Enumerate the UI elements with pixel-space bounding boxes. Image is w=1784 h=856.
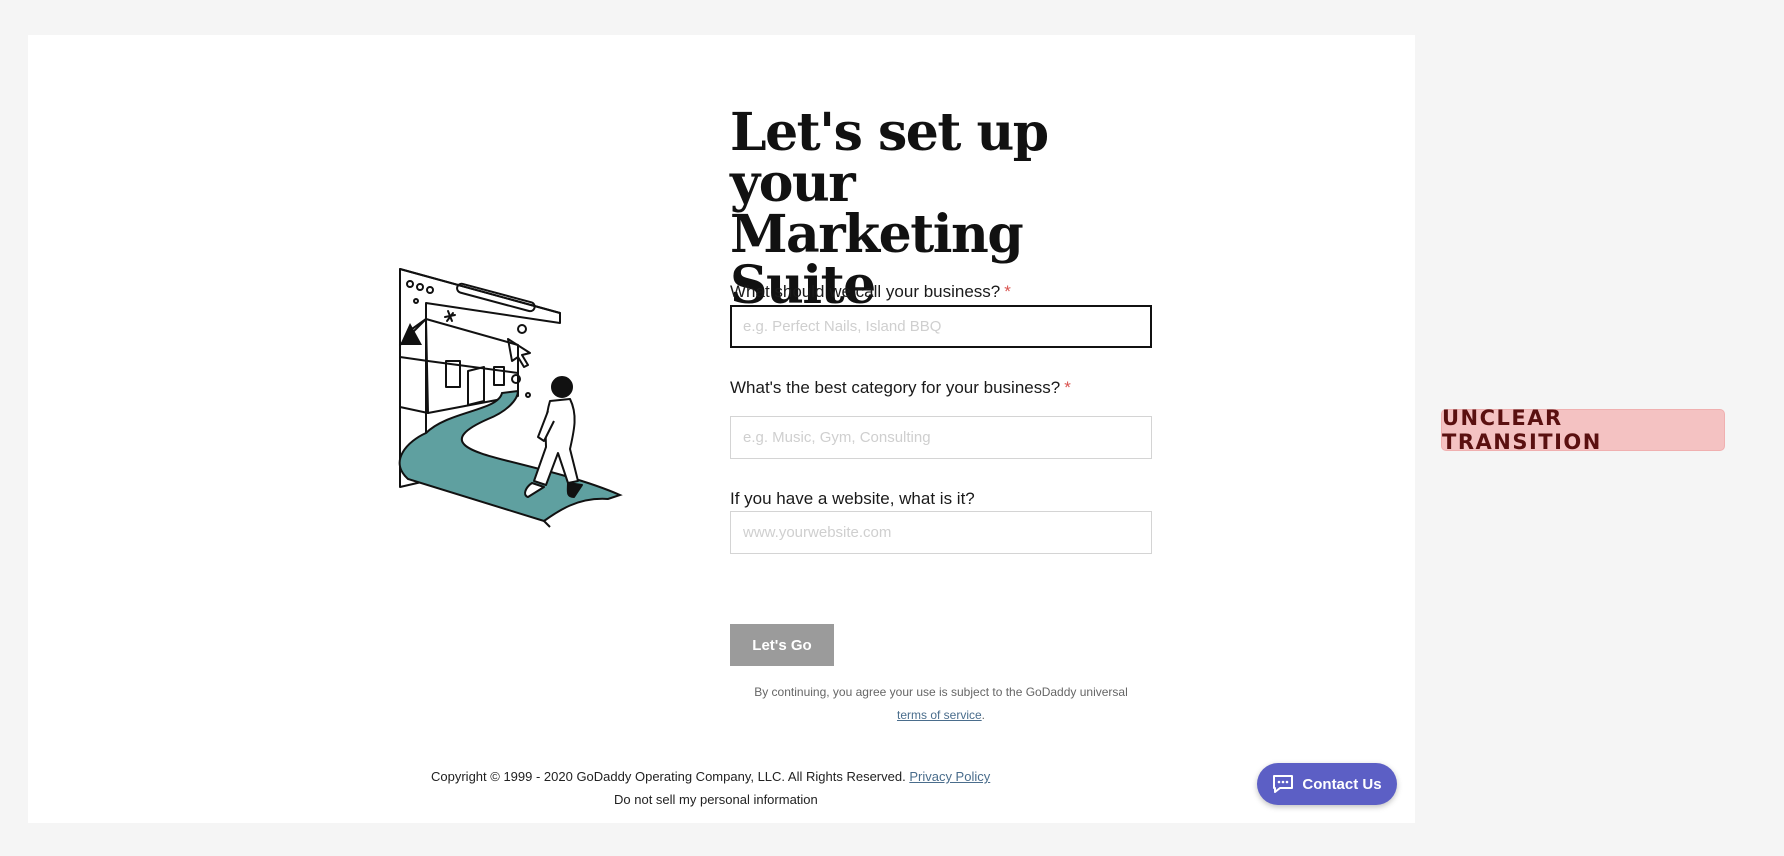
required-star: * [1004,282,1011,301]
contact-us-button[interactable]: Contact Us [1257,763,1397,805]
business-name-input[interactable] [730,305,1152,348]
legal-notice: By continuing, you agree your use is sub… [730,681,1152,727]
terms-of-service-link[interactable]: terms of service [897,708,982,722]
unclear-transition-badge: UNCLEAR TRANSITION [1441,406,1725,454]
business-name-label-text: What should we call your business? [730,282,1001,301]
required-star: * [1064,378,1071,397]
website-input[interactable] [730,511,1152,554]
page-title: Let's set up your Marketing Suite [730,102,1049,316]
main-panel: Let's set up your Marketing Suite What s… [28,35,1415,823]
website-label: If you have a website, what is it? [730,489,975,508]
category-label: What's the best category for your busine… [730,378,1071,398]
legal-period: . [981,708,986,722]
privacy-policy-link[interactable]: Privacy Policy [909,769,990,784]
legal-text: By continuing, you agree your use is sub… [754,685,1128,699]
contact-us-label: Contact Us [1302,775,1382,793]
setup-form: Let's set up your Marketing Suite What s… [730,107,1152,722]
copyright-text: Copyright © 1999 - 2020 GoDaddy Operatin… [431,769,906,784]
do-not-sell-link[interactable]: Do not sell my personal information [614,792,818,807]
category-input[interactable] [730,416,1152,459]
category-label-text: What's the best category for your busine… [730,378,1061,397]
lets-go-button[interactable]: Let's Go [730,624,834,666]
copyright-line: Copyright © 1999 - 2020 GoDaddy Operatin… [431,769,990,784]
chat-icon [1273,775,1294,793]
business-name-label: What should we call your business? * [730,282,1011,302]
storefront-illustration [398,268,623,528]
